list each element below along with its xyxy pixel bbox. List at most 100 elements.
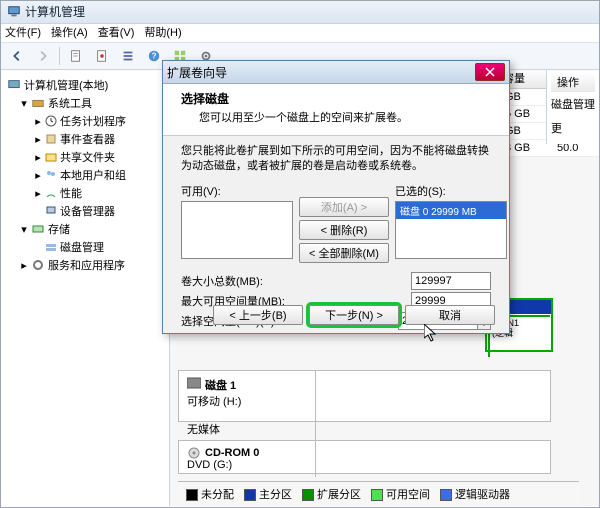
tree-event-viewer[interactable]: ▸ 事件查看器 [5, 130, 165, 148]
toolbar-btn-3[interactable] [116, 44, 140, 68]
twisty-collapse-icon[interactable]: ▾ [19, 224, 29, 234]
available-label: 可用(V): [181, 183, 293, 199]
wizard-header: 选择磁盘 您可以用至少一个磁盘上的空间来扩展卷。 [163, 84, 509, 136]
twisty-expand-icon[interactable]: ▸ [19, 260, 29, 270]
wizard-note: 您只能将此卷扩展到如下所示的可用空间，因为不能将磁盘转换为动态磁盘，或者被扩展的… [181, 144, 491, 175]
ops-more[interactable]: 更 [551, 116, 595, 140]
navigation-tree: 计算机管理(本地) ▾ 系统工具 ▸任务计划程序 ▸ 事件查看器 ▸ 共享文件夹 ▸… [1, 70, 170, 506]
disk-icon [187, 377, 201, 389]
ops-title[interactable]: 磁盘管理 [551, 92, 595, 116]
tree-diskmgmt-label: 磁盘管理 [60, 239, 104, 255]
tree-local-users[interactable]: ▸ 本地用户和组 [5, 166, 165, 184]
disk1-status: 无媒体 [187, 424, 220, 436]
remove-all-button[interactable]: < 全部删除(M) [299, 243, 389, 263]
back-button[interactable]: < 上一步(B) [213, 305, 303, 325]
cdrom-type: DVD (G:) [187, 459, 232, 471]
twisty-expand-icon[interactable]: ▸ [33, 134, 43, 144]
menu-file[interactable]: 文件(F) [5, 24, 41, 42]
tree-performance[interactable]: ▸ 性能 [5, 184, 165, 202]
twisty-expand-icon[interactable]: ▸ [33, 170, 43, 180]
arrow-right-icon [36, 49, 50, 63]
available-list[interactable] [181, 201, 293, 259]
menubar: 文件(F) 操作(A) 查看(V) 帮助(H) [1, 24, 599, 43]
tree-shared-label: 共享文件夹 [60, 149, 115, 165]
close-button[interactable] [475, 63, 505, 81]
available-column: 可用(V): [181, 183, 293, 259]
toolbox-icon [31, 96, 45, 110]
selected-list[interactable]: 磁盘 0 29999 MB [395, 201, 507, 259]
cd-icon [187, 447, 201, 459]
toolbar-separator [59, 47, 60, 65]
list-icon [121, 49, 135, 63]
tree-shared-folders[interactable]: ▸ 共享文件夹 [5, 148, 165, 166]
cdrom-title: CD-ROM 0 [205, 447, 259, 459]
total-size-label: 卷大小总数(MB): [181, 273, 411, 289]
add-button[interactable]: 添加(A) > [299, 197, 389, 217]
users-icon [45, 169, 57, 181]
twisty-expand-icon[interactable]: ▸ [33, 152, 43, 162]
arrow-left-icon [10, 49, 24, 63]
tree-services[interactable]: ▸ 服务和应用程序 [5, 256, 165, 274]
sheet2-icon [95, 49, 109, 63]
tree-event-label: 事件查看器 [60, 131, 115, 147]
folder-share-icon [45, 151, 57, 163]
tree-task-scheduler[interactable]: ▸任务计划程序 [5, 112, 165, 130]
help-icon: ? [147, 49, 161, 63]
tree-storage-label: 存储 [48, 221, 70, 237]
tree-root[interactable]: 计算机管理(本地) [5, 76, 165, 94]
wizard-footer: < 上一步(B) 下一步(N) > 取消 [163, 305, 509, 325]
tree-disk-management[interactable]: 磁盘管理 [5, 238, 165, 256]
book-icon [45, 133, 57, 145]
sheet-icon [69, 49, 83, 63]
svg-text:?: ? [152, 52, 157, 61]
wizard-title: 扩展卷向导 [167, 64, 227, 81]
selected-disk-item[interactable]: 磁盘 0 29999 MB [396, 202, 506, 219]
legend-unalloc: 未分配 [186, 486, 234, 502]
actions-pane: 操作 磁盘管理 更 [546, 70, 599, 144]
toolbar-btn-1[interactable] [64, 44, 88, 68]
computer-icon [7, 5, 21, 19]
menu-view[interactable]: 查看(V) [98, 24, 135, 42]
disk1-type: 可移动 (H:) [187, 396, 241, 408]
twisty-expand-icon[interactable]: ▸ [33, 188, 43, 198]
toolbar-btn-2[interactable] [90, 44, 114, 68]
cdrom-bar [316, 441, 550, 477]
disk1-label[interactable]: 磁盘 1 可移动 (H:) 无媒体 [179, 371, 316, 443]
next-button[interactable]: 下一步(N) > [309, 305, 399, 325]
tree-storage[interactable]: ▾ 存储 [5, 220, 165, 238]
close-icon [485, 67, 495, 77]
remove-button[interactable]: < 删除(R) [299, 220, 389, 240]
ops-header: 操作 [551, 74, 585, 92]
forward-button[interactable] [31, 44, 55, 68]
gauge-icon [45, 187, 57, 199]
tree-perf-label: 性能 [60, 185, 82, 201]
disk1-bar [316, 371, 550, 443]
tree-services-label: 服务和应用程序 [48, 257, 125, 273]
disk1-title: 磁盘 1 [205, 380, 236, 392]
twisty-expand-icon[interactable]: ▸ [33, 116, 43, 126]
wizard-titlebar[interactable]: 扩展卷向导 [163, 61, 509, 84]
tree-system-tools[interactable]: ▾ 系统工具 [5, 94, 165, 112]
storage-icon [31, 222, 45, 236]
disk-icon [45, 241, 57, 253]
extend-volume-wizard: 扩展卷向导 选择磁盘 您可以用至少一个磁盘上的空间来扩展卷。 您只能将此卷扩展到… [162, 60, 510, 334]
legend-extended: 扩展分区 [302, 486, 361, 502]
selected-column: 已选的(S): 磁盘 0 29999 MB [395, 183, 507, 259]
menu-help[interactable]: 帮助(H) [144, 24, 181, 42]
tree-device-manager[interactable]: 设备管理器 [5, 202, 165, 220]
cdrom-label[interactable]: CD-ROM 0 DVD (G:) [179, 441, 316, 477]
tree-root-label: 计算机管理(本地) [24, 77, 108, 93]
tree-devmgr-label: 设备管理器 [60, 203, 115, 219]
tree-users-label: 本地用户和组 [60, 167, 126, 183]
selected-label: 已选的(S): [395, 183, 507, 199]
titlebar: 计算机管理 [1, 1, 599, 24]
wizard-heading: 选择磁盘 [181, 90, 491, 107]
cancel-button[interactable]: 取消 [405, 305, 495, 325]
legend-primary: 主分区 [244, 486, 292, 502]
cdrom-block: CD-ROM 0 DVD (G:) [178, 440, 551, 474]
back-button[interactable] [5, 44, 29, 68]
total-size-value: 129997 [411, 272, 491, 290]
menu-action[interactable]: 操作(A) [51, 24, 88, 42]
legend-logical: 逻辑驱动器 [440, 486, 510, 502]
twisty-collapse-icon[interactable]: ▾ [19, 98, 29, 108]
